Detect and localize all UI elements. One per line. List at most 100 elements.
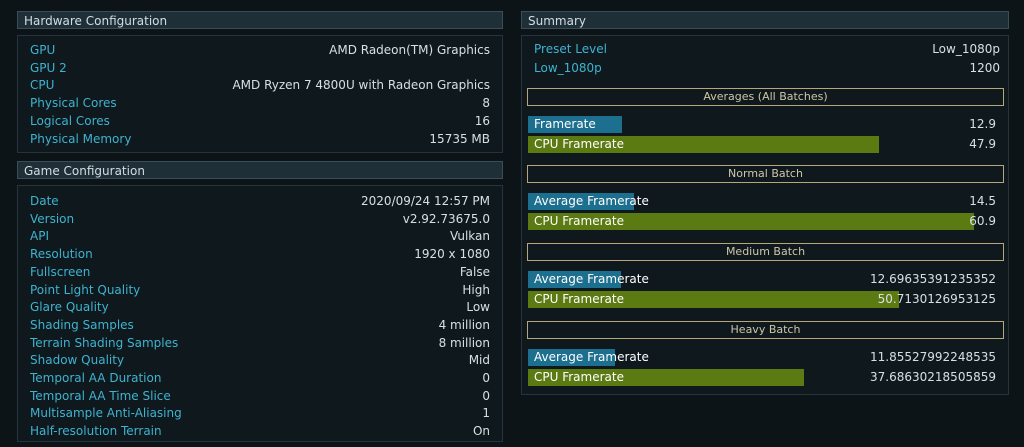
game-row-value: Vulkan	[449, 229, 490, 244]
game-row-value: High	[462, 282, 490, 297]
hardware-row: Logical Cores 16	[18, 112, 502, 130]
game-row-label: Temporal AA Time Slice	[30, 388, 171, 403]
game-row-label: Resolution	[30, 247, 93, 262]
framerate-bar-row: Average Framerate 12.69635391235352	[528, 271, 1004, 288]
game-row: Temporal AA Time Slice 0	[18, 387, 502, 405]
hardware-config-panel: GPU AMD Radeon(TM) Graphics GPU 2 CPU AMD Ry…	[17, 35, 503, 153]
low-1080p-value: 1200	[969, 61, 1000, 75]
bar-label: Average Framerate	[534, 350, 649, 364]
game-row-label: Version	[30, 211, 75, 226]
preset-level-value: Low_1080p	[932, 42, 1000, 56]
game-row-label: Multisample Anti-Aliasing	[30, 406, 182, 421]
bar-value: 12.69635391235352	[870, 272, 996, 286]
game-config-header: Game Configuration	[17, 161, 503, 179]
game-row: Fullscreen False	[18, 263, 502, 281]
framerate-bar-row: Framerate 12.9	[528, 116, 1004, 133]
hardware-row-label: GPU	[30, 43, 56, 57]
hardware-row-label: Physical Cores	[30, 96, 117, 111]
game-row-value: 1920 x 1080	[414, 247, 490, 262]
bar-value: 11.85527992248535	[870, 350, 996, 364]
batch-section-header: Medium Batch	[527, 243, 1004, 261]
hardware-config-title: Hardware Configuration	[24, 14, 168, 28]
summary-header: Summary	[521, 11, 1009, 29]
hardware-row: Physical Memory 15735 MB	[18, 130, 502, 148]
bar-value: 47.9	[969, 137, 996, 151]
batch-section-header: Averages (All Batches)	[527, 88, 1004, 106]
game-row: Multisample Anti-Aliasing 1	[18, 404, 502, 422]
game-row-label: Shadow Quality	[30, 353, 125, 368]
game-row: Temporal AA Duration 0	[18, 369, 502, 387]
game-row: Terrain Shading Samples 8 million	[18, 334, 502, 352]
summary-title: Summary	[528, 14, 586, 28]
game-row-label: Half-resolution Terrain	[30, 424, 162, 439]
game-row-value: False	[459, 264, 490, 279]
bar-value: 14.5	[969, 194, 996, 208]
hardware-row-label: CPU	[30, 78, 55, 93]
game-row-label: Temporal AA Duration	[30, 371, 162, 385]
game-row-value: 8 million	[438, 335, 490, 350]
hardware-row-value: 16	[474, 113, 490, 128]
hardware-row: Physical Cores 8	[18, 94, 502, 112]
game-row: Shading Samples 4 million	[18, 316, 502, 334]
cpu-framerate-bar-row: CPU Framerate 60.9	[528, 213, 1004, 230]
game-row: Point Light Quality High	[18, 281, 502, 299]
hardware-row-label: Physical Memory	[30, 131, 132, 146]
preset-level-label: Preset Level	[534, 42, 607, 56]
batch-section-header: Heavy Batch	[527, 321, 1004, 339]
game-row-value: v2.92.73675.0	[402, 211, 490, 226]
game-row-value: 4 million	[438, 317, 490, 332]
game-row: API Vulkan	[18, 227, 502, 245]
summary-panel: Preset Level Low_1080p Low_1080p 1200 Av…	[521, 35, 1009, 395]
bar-label: CPU Framerate	[534, 292, 624, 306]
hardware-row: GPU 2	[18, 59, 502, 77]
hardware-config-header: Hardware Configuration	[17, 11, 503, 29]
bar-label: CPU Framerate	[534, 137, 624, 151]
hardware-row-value: AMD Ryzen 7 4800U with Radeon Graphics	[232, 78, 490, 93]
bar-value: 60.9	[969, 214, 996, 228]
game-config-title: Game Configuration	[24, 164, 145, 178]
hardware-row-label: Logical Cores	[30, 113, 110, 128]
bar-label: CPU Framerate	[534, 370, 624, 384]
game-row: Glare Quality Low	[18, 298, 502, 316]
cpu-framerate-bar-row: CPU Framerate 47.9	[528, 136, 1004, 153]
bar-value: 12.9	[969, 117, 996, 131]
hardware-row-label: GPU 2	[30, 60, 67, 75]
game-row-label: Point Light Quality	[30, 282, 141, 297]
game-row-label: Fullscreen	[30, 264, 91, 279]
hardware-row: GPU AMD Radeon(TM) Graphics	[18, 41, 502, 59]
game-row-value: 2020/09/24 12:57 PM	[361, 194, 490, 208]
framerate-bar-row: Average Framerate 11.85527992248535	[528, 349, 1004, 366]
game-row-value: Mid	[468, 353, 490, 368]
game-row-value: 0	[482, 371, 490, 385]
hardware-row-value: AMD Radeon(TM) Graphics	[329, 43, 490, 57]
game-row: Version v2.92.73675.0	[18, 210, 502, 228]
game-row: Shadow Quality Mid	[18, 351, 502, 369]
cpu-framerate-bar-row: CPU Framerate 50.7130126953125	[528, 291, 1004, 308]
game-row-label: Shading Samples	[30, 317, 134, 332]
game-row: Resolution 1920 x 1080	[18, 245, 502, 263]
game-row-label: Glare Quality	[30, 300, 109, 315]
batch-section-header: Normal Batch	[527, 165, 1004, 183]
game-row-label: Terrain Shading Samples	[30, 335, 179, 350]
low-1080p-label: Low_1080p	[534, 61, 602, 75]
hardware-row-value: 8	[482, 96, 490, 111]
game-config-panel: Date 2020/09/24 12:57 PM Version v2.92.7367…	[17, 185, 503, 442]
bar-value: 37.68630218505859	[870, 370, 996, 384]
bar-label: Framerate	[534, 117, 596, 131]
game-row-label: API	[30, 229, 49, 244]
game-row-label: Date	[30, 194, 59, 208]
bar-value: 50.7130126953125	[877, 292, 996, 306]
hardware-row: CPU AMD Ryzen 7 4800U with Radeon Graphic…	[18, 76, 502, 94]
hardware-row-value: 15735 MB	[429, 131, 490, 146]
bar-label: CPU Framerate	[534, 214, 624, 228]
game-row: Date 2020/09/24 12:57 PM	[18, 192, 502, 210]
game-row: Half-resolution Terrain On	[18, 422, 502, 440]
game-row-value: 0	[482, 388, 490, 403]
game-row-value: 1	[482, 406, 490, 421]
bar-label: Average Framerate	[534, 194, 649, 208]
bar-label: Average Framerate	[534, 272, 649, 286]
game-row-value: On	[472, 424, 490, 439]
framerate-bar-row: Average Framerate 14.5	[528, 193, 1004, 210]
game-row-value: Low	[466, 300, 490, 315]
cpu-framerate-bar-row: CPU Framerate 37.68630218505859	[528, 369, 1004, 386]
